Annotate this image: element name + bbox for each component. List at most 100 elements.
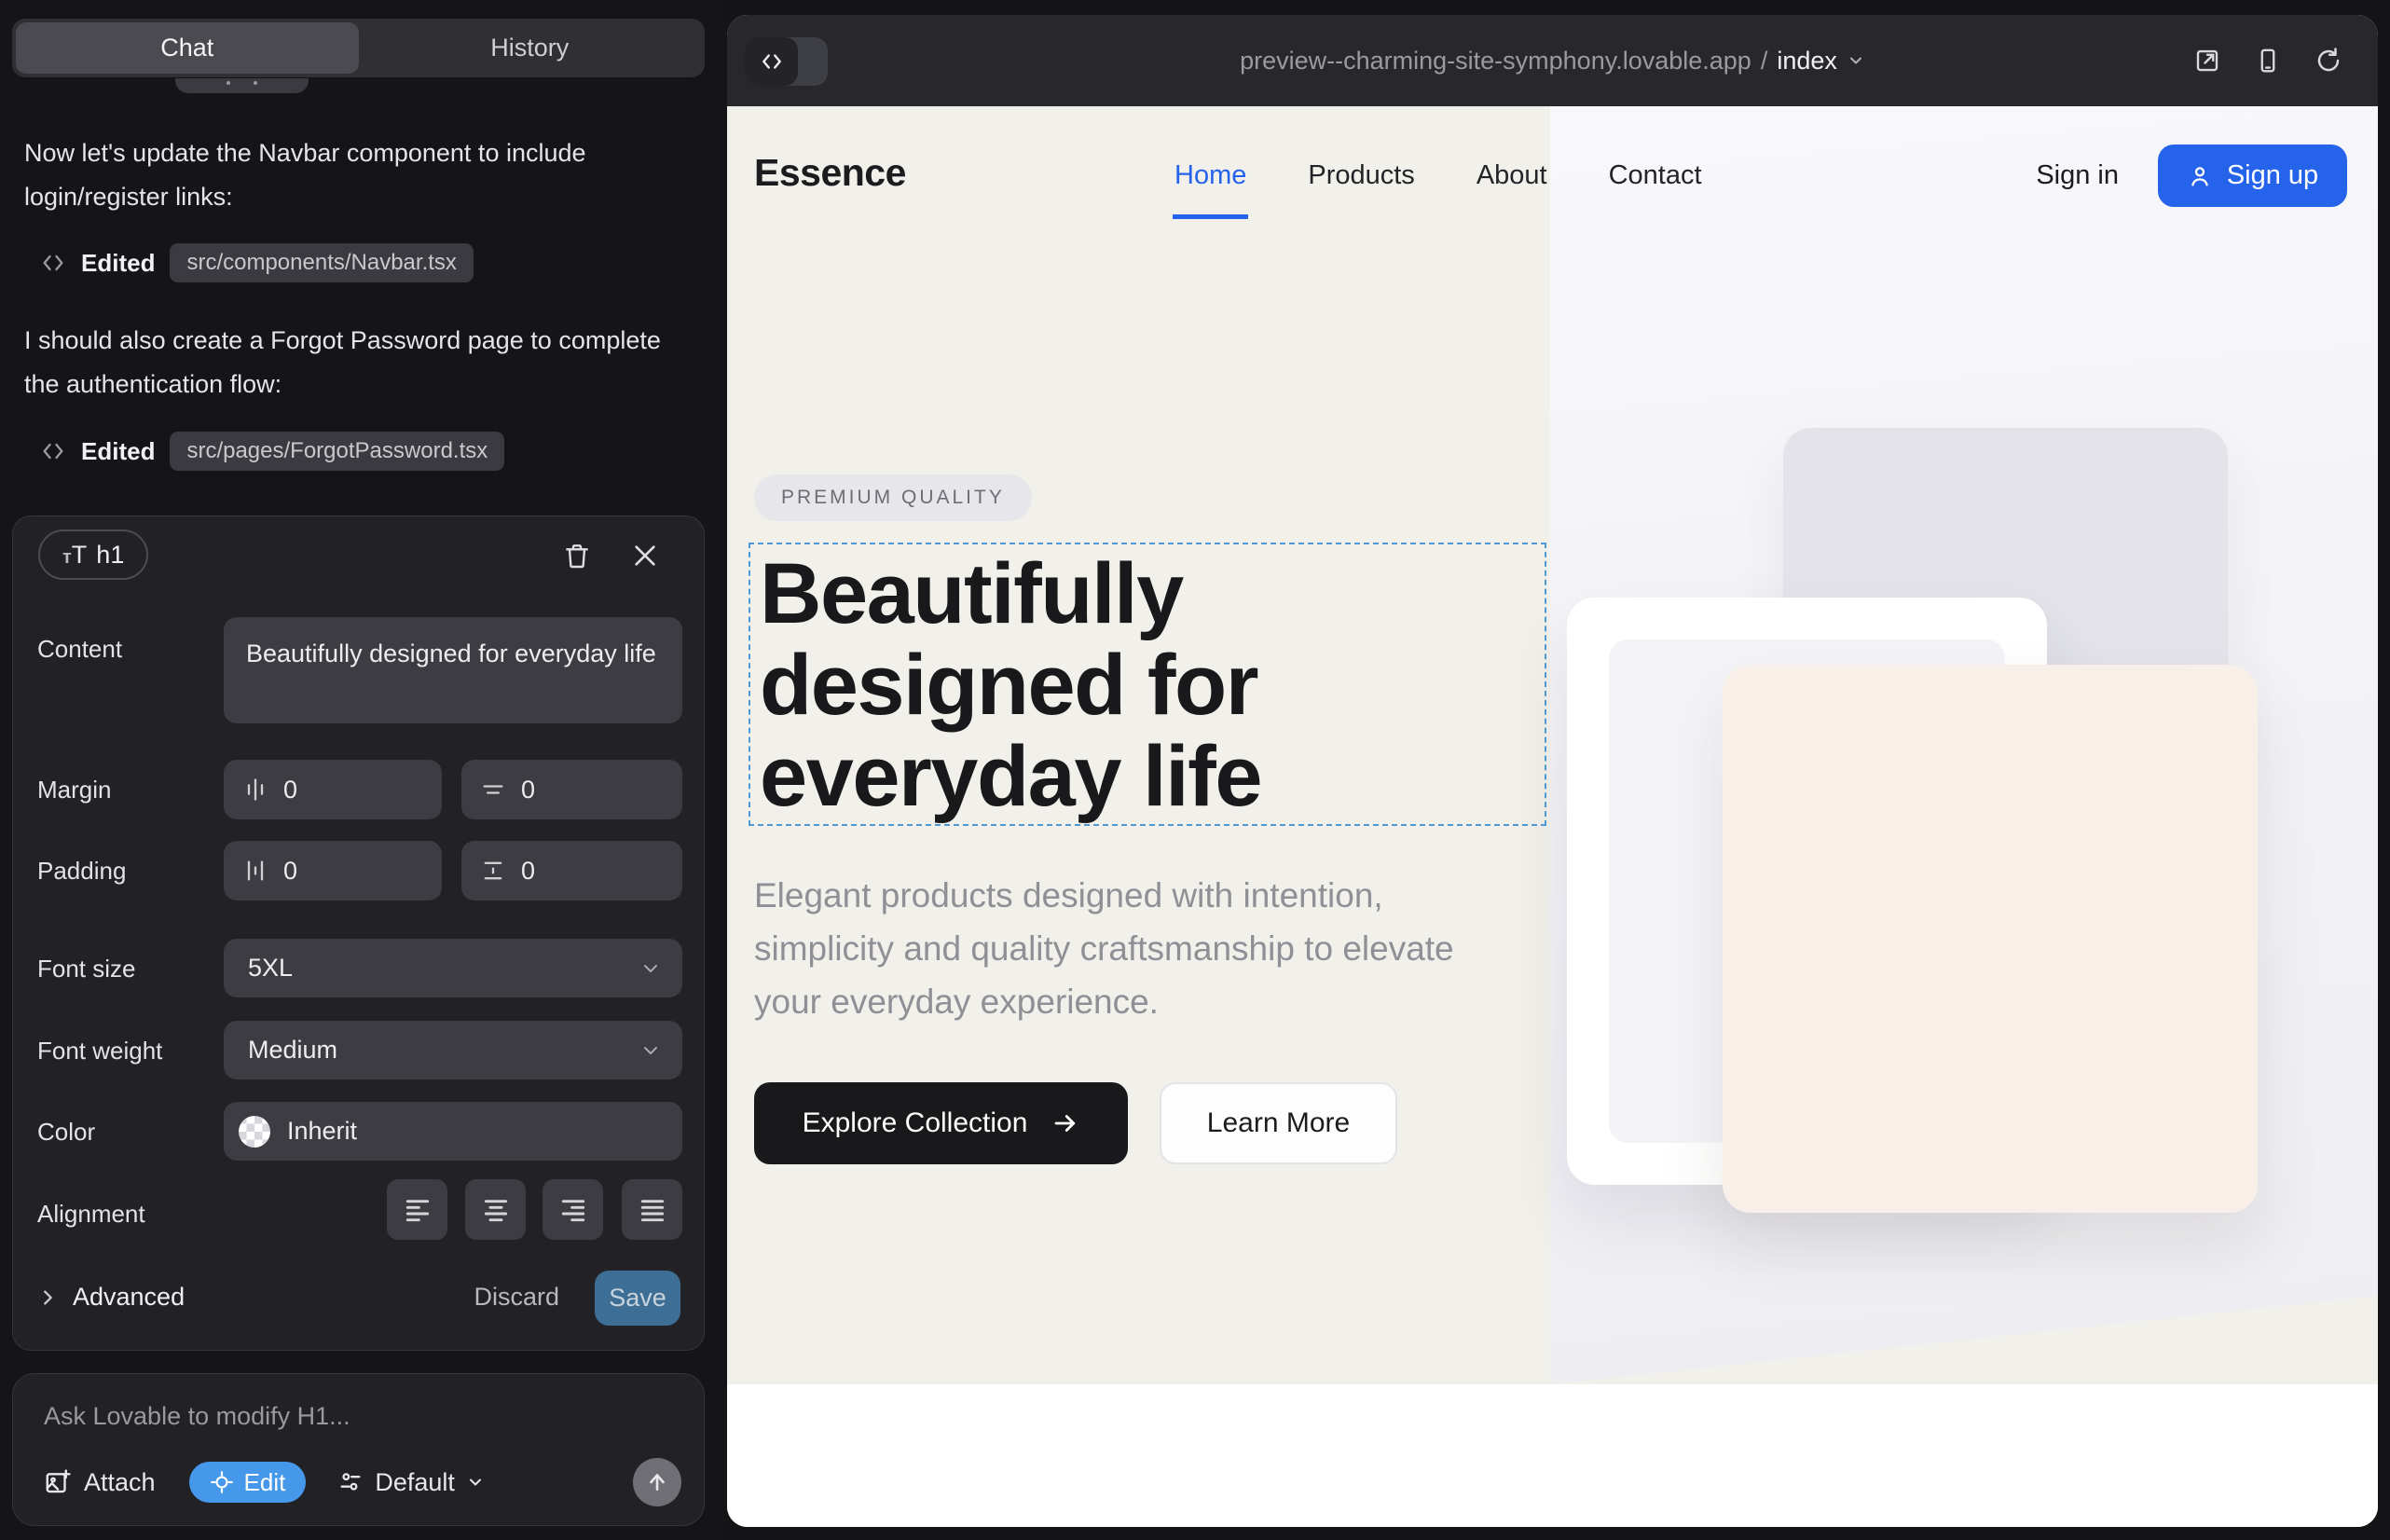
align-left-button[interactable] xyxy=(387,1179,447,1240)
open-external-icon[interactable] xyxy=(2193,47,2221,75)
nav-link-products[interactable]: Products xyxy=(1308,160,1414,191)
preview-window: preview--charming-site-symphony.lovable.… xyxy=(727,15,2378,1527)
file-chip[interactable]: src/pages/ForgotPassword.tsx xyxy=(170,432,504,471)
nav-link-about[interactable]: About xyxy=(1477,160,1547,191)
url-domain: preview--charming-site-symphony.lovable.… xyxy=(1240,47,1751,76)
margin-y-value: 0 xyxy=(521,776,535,804)
chevron-down-icon xyxy=(639,1039,662,1062)
padding-y-input[interactable]: 0 xyxy=(461,841,682,901)
edited-file-row[interactable]: Edited src/components/Navbar.tsx xyxy=(40,243,474,282)
font-size-select[interactable]: 5XL xyxy=(224,939,682,997)
url-separator: / xyxy=(1761,47,1768,76)
element-editor-panel: тT h1 Content Beautifully designed for e… xyxy=(12,516,705,1351)
image-plus-icon xyxy=(44,1468,72,1496)
delete-element-button[interactable] xyxy=(562,541,592,571)
advanced-toggle[interactable]: Advanced xyxy=(37,1283,185,1312)
margin-label: Margin xyxy=(37,776,111,804)
dot xyxy=(227,81,230,85)
beige-card-shape xyxy=(1723,665,2258,1213)
close-icon[interactable] xyxy=(630,541,660,571)
padding-x-value: 0 xyxy=(283,857,297,886)
chat-composer[interactable]: Ask Lovable to modify H1... Attach Edit … xyxy=(12,1373,705,1526)
code-icon xyxy=(40,438,66,464)
code-preview-toggle[interactable] xyxy=(745,37,828,86)
arrow-right-icon xyxy=(1051,1109,1079,1137)
font-weight-select[interactable]: Medium xyxy=(224,1021,682,1079)
code-icon xyxy=(745,37,798,86)
color-label: Color xyxy=(37,1118,95,1147)
chevron-down-icon xyxy=(639,957,662,980)
mode-label: Default xyxy=(375,1468,455,1497)
nav-link-home[interactable]: Home xyxy=(1174,160,1246,191)
explore-collection-label: Explore Collection xyxy=(803,1107,1028,1139)
code-icon xyxy=(40,250,66,276)
chat-message: Now let's update the Navbar component to… xyxy=(24,131,682,219)
tab-chat[interactable]: Chat xyxy=(16,22,359,74)
selected-element-tag[interactable]: тT h1 xyxy=(38,529,148,580)
chevron-down-icon xyxy=(1847,51,1865,70)
hero-paragraph: Elegant products designed with intention… xyxy=(754,869,1500,1028)
edited-label: Edited xyxy=(81,249,155,278)
padding-y-value: 0 xyxy=(521,857,535,886)
chevron-down-icon xyxy=(466,1473,485,1492)
attach-label: Attach xyxy=(84,1468,156,1497)
align-right-button[interactable] xyxy=(543,1179,603,1240)
chrome-actions xyxy=(2193,15,2342,106)
mode-select[interactable]: Default xyxy=(337,1468,485,1497)
font-weight-value: Medium xyxy=(248,1036,337,1065)
sign-up-label: Sign up xyxy=(2227,160,2318,191)
margin-horizontal-icon xyxy=(242,777,268,803)
attach-button[interactable]: Attach xyxy=(44,1468,156,1497)
dot xyxy=(254,81,257,85)
send-button[interactable] xyxy=(633,1458,681,1506)
mobile-view-icon[interactable] xyxy=(2254,47,2282,75)
align-justify-button[interactable] xyxy=(622,1179,682,1240)
refresh-icon[interactable] xyxy=(2314,47,2342,75)
hero-cta-row: Explore Collection Learn More xyxy=(754,1082,1397,1164)
sidebar-tabs: Chat History xyxy=(12,19,705,77)
file-chip[interactable]: src/components/Navbar.tsx xyxy=(170,243,473,282)
edited-file-row[interactable]: Edited src/pages/ForgotPassword.tsx xyxy=(40,432,504,471)
font-size-label: Font size xyxy=(37,955,136,983)
margin-x-value: 0 xyxy=(283,776,297,804)
padding-x-input[interactable]: 0 xyxy=(224,841,442,901)
sign-in-link[interactable]: Sign in xyxy=(2036,160,2119,191)
margin-y-input[interactable]: 0 xyxy=(461,760,682,819)
url-bar[interactable]: preview--charming-site-symphony.lovable.… xyxy=(1240,47,1865,76)
margin-vertical-icon xyxy=(480,777,506,803)
edit-mode-button[interactable]: Edit xyxy=(189,1462,307,1503)
color-value: Inherit xyxy=(287,1117,357,1146)
composer-toolbar: Attach Edit Default xyxy=(44,1458,681,1506)
hero-badge: PREMIUM QUALITY xyxy=(754,474,1032,521)
tab-history[interactable]: History xyxy=(359,22,702,74)
sign-up-button[interactable]: Sign up xyxy=(2158,144,2347,207)
hero-heading[interactable]: Beautifully designed for everyday life xyxy=(750,544,1545,822)
target-icon xyxy=(210,1470,234,1494)
tag-name: h1 xyxy=(96,541,124,570)
composer-placeholder[interactable]: Ask Lovable to modify H1... xyxy=(44,1402,350,1431)
padding-vertical-icon xyxy=(480,858,506,884)
site-auth: Sign in Sign up xyxy=(2036,144,2347,207)
padding-label: Padding xyxy=(37,857,126,886)
align-center-button[interactable] xyxy=(465,1179,526,1240)
font-weight-label: Font weight xyxy=(37,1037,162,1066)
chat-message: I should also create a Forgot Password p… xyxy=(24,319,682,406)
sliders-icon xyxy=(337,1469,364,1495)
site-logo[interactable]: Essence xyxy=(754,151,906,195)
explore-collection-button[interactable]: Explore Collection xyxy=(754,1082,1128,1164)
color-select[interactable]: Inherit xyxy=(224,1102,682,1161)
margin-x-input[interactable]: 0 xyxy=(224,760,442,819)
nav-link-contact[interactable]: Contact xyxy=(1609,160,1702,191)
content-input[interactable]: Beautifully designed for everyday life xyxy=(224,617,682,723)
padding-horizontal-icon xyxy=(242,858,268,884)
selection-outline: Beautifully designed for everyday life xyxy=(749,543,1546,826)
discard-button[interactable]: Discard xyxy=(474,1283,559,1312)
chevron-right-icon xyxy=(37,1287,58,1308)
save-button[interactable]: Save xyxy=(595,1271,680,1326)
transparent-swatch-icon xyxy=(239,1116,270,1148)
edit-label: Edit xyxy=(244,1468,286,1497)
advanced-label: Advanced xyxy=(73,1283,185,1312)
learn-more-button[interactable]: Learn More xyxy=(1160,1082,1397,1164)
edited-label: Edited xyxy=(81,437,155,466)
section-below-hero xyxy=(727,1384,2378,1527)
